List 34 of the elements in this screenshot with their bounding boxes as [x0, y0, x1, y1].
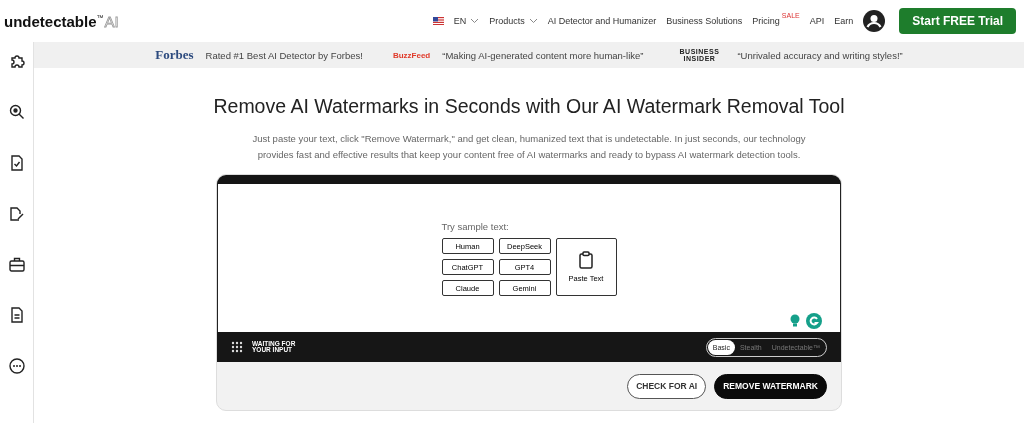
lightbulb-icon[interactable]: [788, 313, 802, 329]
nav-link[interactable]: Business Solutions: [666, 16, 743, 26]
press-quote: Rated #1 Best AI Detector by Forbes!: [205, 49, 363, 61]
clipboard-icon: [579, 251, 593, 269]
press-quote: “Making AI-generated content more human-like”: [442, 49, 644, 61]
remove-watermark-button[interactable]: REMOVE WATERMARK: [714, 373, 827, 399]
flag-icon: [432, 17, 444, 25]
briefcase-icon[interactable]: [8, 257, 25, 272]
page-description: Just paste your text, click "Remove Watermark," and get clean, humanized text that is undetectable. In just seconds, our technology provides fast and effective results that keep your content free of AI watermarks and ready to bypass AI watermark detection tools.: [251, 132, 807, 162]
start-trial-button[interactable]: Start FREE Trial: [899, 8, 1016, 34]
logo-wordmark[interactable]: undetectable: [4, 12, 97, 30]
nav-link[interactable]: Earn: [834, 16, 854, 26]
nav-link[interactable]: API: [809, 16, 825, 26]
forbes-logo: Forbes: [155, 47, 194, 63]
press-quote: “Unrivaled accuracy and writing styles!”: [737, 49, 903, 61]
puzzle-icon[interactable]: [8, 53, 25, 69]
logo-suffix: AI: [104, 12, 119, 30]
more-icon[interactable]: [8, 358, 25, 374]
caret-icon: [528, 18, 538, 24]
check-for-ai-button[interactable]: CHECK FOR AI: [627, 373, 707, 399]
caret-icon: [470, 18, 480, 24]
user-avatar-icon[interactable]: [863, 10, 886, 32]
nav-link[interactable]: Pricing: [752, 16, 780, 26]
nav-dropdown[interactable]: Products: [489, 16, 538, 26]
zoom-icon[interactable]: [8, 104, 25, 120]
document-icon[interactable]: [9, 307, 24, 323]
buzzfeed-logo: BuzzFeed: [392, 50, 431, 60]
page-heading: Remove AI Watermarks in Seconds with Our AI Watermark Removal Tool: [213, 95, 845, 118]
grid-dots-icon: [231, 341, 243, 353]
document-pen-icon[interactable]: [8, 206, 25, 222]
nav-link[interactable]: AI Detector and Humanizer: [547, 16, 657, 26]
sample-label: Try sample text:: [441, 221, 510, 232]
language-dropdown[interactable]: EN: [453, 16, 480, 26]
document-check-icon[interactable]: [9, 155, 24, 171]
